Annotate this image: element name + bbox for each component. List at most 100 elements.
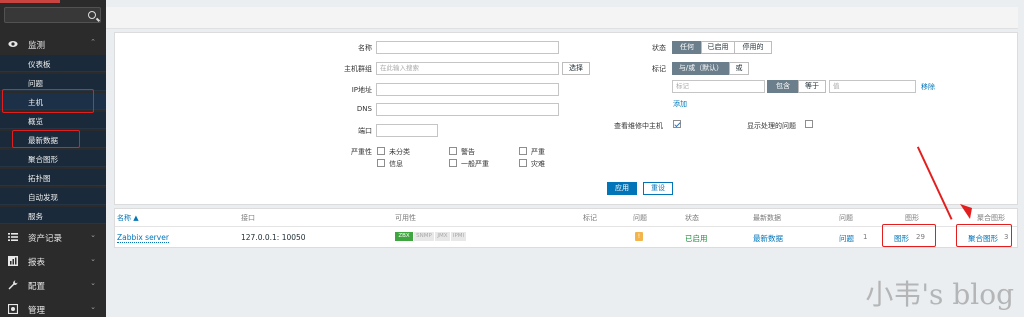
page-header (106, 7, 1018, 29)
tags-and-or-option[interactable]: 与/或（默认） (672, 62, 730, 75)
chevron-down-icon: ⌄ (90, 231, 96, 239)
ip-input[interactable] (376, 83, 559, 96)
severity-disaster-checkbox[interactable] (519, 159, 527, 167)
sidebar-item-inventory[interactable]: 资产记录 ⌄ (0, 227, 106, 247)
sidebar-subitem-dashboard[interactable]: 仪表板 (0, 55, 106, 72)
status-disabled-option[interactable]: 停用的 (734, 41, 772, 54)
screens-link[interactable]: 聚合图形 (968, 233, 998, 244)
sidebar-subitem-label: 拓扑图 (28, 174, 51, 183)
status-any-option[interactable]: 任何 (672, 41, 702, 54)
eye-icon (8, 41, 18, 47)
sidebar-subitem-problems[interactable]: 问题 (0, 74, 106, 91)
maintenance-label: 查看维修中主机 (614, 122, 663, 130)
port-input[interactable] (376, 124, 438, 137)
problems-count: 1 (863, 233, 868, 241)
availability-ipmi-badge: IPMI (451, 232, 466, 241)
sidebar-subitem-label: 概览 (28, 117, 43, 126)
severity-not-classified-checkbox[interactable] (377, 147, 385, 155)
sidebar-subitem-screens[interactable]: 聚合图形 (0, 150, 106, 167)
watermark: 小韦's blog (865, 278, 1014, 311)
severity-option-label: 未分类 (389, 148, 410, 156)
chevron-down-icon: ⌄ (90, 279, 96, 287)
status-enabled-option[interactable]: 已启用 (701, 41, 735, 54)
sidebar-subitem-discovery[interactable]: 自动发现 (0, 188, 106, 205)
severity-option-label: 一般严重 (461, 160, 489, 168)
availability-jmx-badge: JMX (435, 232, 450, 241)
tag-equals-option[interactable]: 等于 (798, 80, 826, 93)
availability-zbx-badge: ZBX (395, 232, 413, 241)
sidebar-subitem-latest-data[interactable]: 最新数据 (0, 131, 106, 148)
reset-button[interactable]: 重设 (643, 182, 673, 195)
dns-input[interactable] (376, 103, 559, 116)
header-availability: 可用性 (395, 214, 416, 222)
tags-or-option[interactable]: 或 (729, 62, 749, 75)
sidebar-subitem-label: 自动发现 (28, 193, 58, 202)
sidebar-top-accent (0, 0, 60, 3)
problem-warning-badge[interactable]: ! (635, 232, 643, 241)
sidebar-item-label: 资产记录 (28, 234, 63, 244)
sidebar-item-reports[interactable]: 报表 ⌄ (0, 251, 106, 271)
severity-option-label: 严重 (531, 148, 545, 156)
problems-link[interactable]: 问题 (839, 233, 854, 244)
sidebar: 监测 ⌃ 仪表板 问题 主机 概览 最新数据 聚合图形 拓扑图 自动发现 服务 … (0, 0, 106, 317)
suppressed-checkbox[interactable] (805, 120, 813, 128)
severity-label: 严重性 (351, 148, 372, 156)
sidebar-subitem-services[interactable]: 服务 (0, 207, 106, 224)
severity-high-checkbox[interactable] (519, 147, 527, 155)
severity-option-label: 灾难 (531, 160, 545, 168)
sidebar-subitem-label: 问题 (28, 79, 43, 88)
header-latest-data: 最新数据 (753, 214, 781, 222)
sidebar-subitem-maps[interactable]: 拓扑图 (0, 169, 106, 186)
graphs-count: 29 (916, 233, 925, 241)
sidebar-item-label: 报表 (28, 258, 46, 268)
sidebar-item-administration[interactable]: 管理 ⌄ (0, 299, 106, 317)
sidebar-item-monitoring[interactable]: 监测 ⌃ (0, 34, 106, 54)
header-tags: 标记 (583, 214, 597, 222)
filter-panel: 名称 主机群组 在此输入搜索 选择 IP地址 DNS 端口 严重性 未分类 警告… (114, 32, 1018, 205)
availability-snmp-badge: SNMP (414, 232, 434, 241)
list-icon (8, 233, 18, 241)
severity-information-checkbox[interactable] (377, 159, 385, 167)
tag-remove-link[interactable]: 移除 (921, 82, 935, 92)
header-problems-link: 问题 (839, 214, 853, 222)
hostgroup-input[interactable]: 在此输入搜索 (376, 62, 559, 75)
dns-label: DNS (356, 105, 372, 113)
sidebar-item-configuration[interactable]: 配置 ⌄ (0, 275, 106, 295)
arrow-head-icon (960, 204, 972, 219)
sidebar-subitem-label: 聚合图形 (28, 155, 58, 164)
apply-button[interactable]: 应用 (607, 182, 637, 195)
hostgroup-label: 主机群组 (344, 65, 372, 73)
search-icon[interactable] (88, 11, 96, 19)
tag-value-input[interactable]: 值 (829, 80, 916, 93)
severity-average-checkbox[interactable] (449, 159, 457, 167)
sidebar-subitem-overview[interactable]: 概览 (0, 112, 106, 129)
sidebar-search-input[interactable] (4, 7, 101, 23)
sidebar-item-label: 监测 (28, 41, 46, 51)
select-button[interactable]: 选择 (562, 62, 590, 75)
tag-contains-option[interactable]: 包含 (767, 80, 799, 93)
sidebar-subitem-label: 最新数据 (28, 136, 58, 145)
main-content: 名称 主机群组 在此输入搜索 选择 IP地址 DNS 端口 严重性 未分类 警告… (106, 0, 1024, 317)
host-interface: 127.0.0.1: 10050 (241, 233, 306, 242)
ip-label: IP地址 (351, 86, 372, 94)
sidebar-item-label: 管理 (28, 306, 46, 316)
host-name-link[interactable]: Zabbix server (117, 233, 169, 243)
tag-add-link[interactable]: 添加 (673, 99, 687, 109)
header-divider (115, 226, 1017, 227)
latest-data-link[interactable]: 最新数据 (753, 233, 783, 244)
sidebar-item-label: 配置 (28, 282, 46, 292)
graphs-link[interactable]: 图形 (894, 233, 909, 244)
severity-option-label: 信息 (389, 160, 403, 168)
header-problems: 问题 (633, 214, 647, 222)
severity-warning-checkbox[interactable] (449, 147, 457, 155)
header-name[interactable]: 名称 ▲ (117, 213, 139, 223)
header-screens: 聚合图形 (977, 214, 1005, 222)
chevron-up-icon: ⌃ (90, 38, 96, 46)
host-status-enabled[interactable]: 已启用 (685, 233, 708, 244)
sidebar-subitem-hosts[interactable]: 主机 (0, 93, 106, 110)
header-interface: 接口 (241, 214, 255, 222)
tag-name-input[interactable]: 标记 (672, 80, 765, 93)
maintenance-checkbox[interactable] (673, 120, 681, 128)
wrench-icon (8, 280, 18, 290)
name-input[interactable] (376, 41, 559, 54)
